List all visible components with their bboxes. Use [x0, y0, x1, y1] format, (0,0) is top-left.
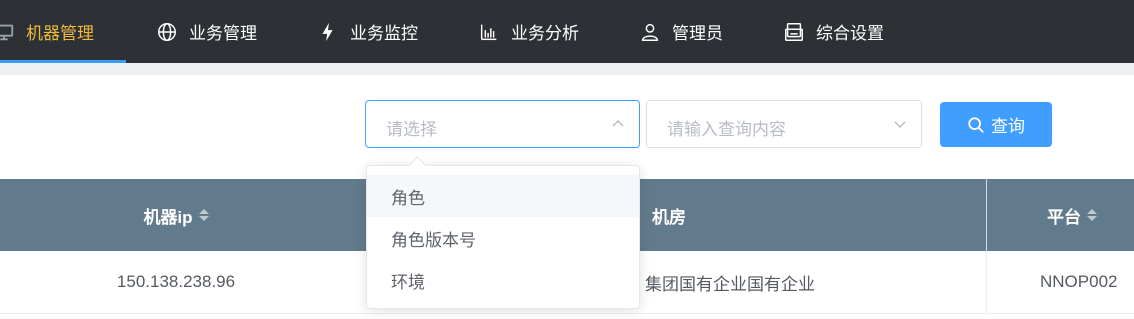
column-divider [986, 251, 987, 313]
nav-label: 综合设置 [816, 24, 884, 43]
column-header-ip[interactable]: 机器ip [0, 179, 352, 251]
dropdown-option-environment[interactable]: 环境 [367, 259, 639, 301]
nav-item-business-monitoring[interactable]: 业务监控 [316, 0, 418, 63]
nav-item-settings[interactable]: 综合设置 [782, 0, 884, 63]
nav-item-admin[interactable]: 管理员 [638, 0, 723, 63]
nav-label: 管理员 [672, 24, 723, 43]
chevron-down-icon [894, 121, 906, 129]
active-tab-indicator [0, 60, 126, 63]
nav-label: 业务监控 [350, 24, 418, 43]
user-icon [638, 20, 662, 44]
settings-doc-icon [782, 20, 806, 44]
query-placeholder: 请输入查询内容 [667, 120, 786, 139]
cell-ip: 150.138.238.96 [116, 272, 236, 291]
nav-item-machine-management[interactable]: 机器管理 [0, 0, 94, 63]
select-dropdown-menu: 角色 角色版本号 环境 [366, 156, 640, 309]
sort-icon[interactable] [1087, 209, 1097, 221]
column-label: 平台 [1047, 207, 1081, 227]
monitor-icon [0, 20, 16, 44]
lightning-icon [316, 20, 340, 44]
field-select[interactable]: 请选择 [365, 100, 640, 148]
top-navigation: 机器管理 业务管理 业务监控 业务分析 管理员 综合设置 [0, 0, 1134, 63]
search-button[interactable]: 查询 [940, 102, 1052, 147]
search-label: 查询 [991, 117, 1025, 136]
dropdown-option-role[interactable]: 角色 [367, 175, 639, 217]
sort-icon[interactable] [198, 209, 209, 221]
dropdown-option-role-version[interactable]: 角色版本号 [367, 217, 639, 259]
nav-item-business-analysis[interactable]: 业务分析 [477, 0, 579, 63]
cell-platform: NNOP002 [1040, 272, 1118, 291]
search-icon [968, 116, 984, 133]
nav-label: 业务管理 [189, 24, 257, 43]
select-placeholder: 请选择 [386, 120, 437, 139]
nav-item-business-management[interactable]: 业务管理 [155, 0, 257, 63]
column-header-platform[interactable]: 平台 [987, 179, 1134, 251]
globe-icon [155, 20, 179, 44]
column-label: 机器ip [143, 207, 193, 227]
nav-label: 业务分析 [511, 24, 579, 43]
chevron-up-icon [612, 119, 624, 127]
column-label: 机房 [652, 207, 686, 227]
nav-label: 机器管理 [26, 24, 94, 43]
bar-chart-icon [477, 20, 501, 44]
query-input[interactable]: 请输入查询内容 [646, 100, 922, 148]
